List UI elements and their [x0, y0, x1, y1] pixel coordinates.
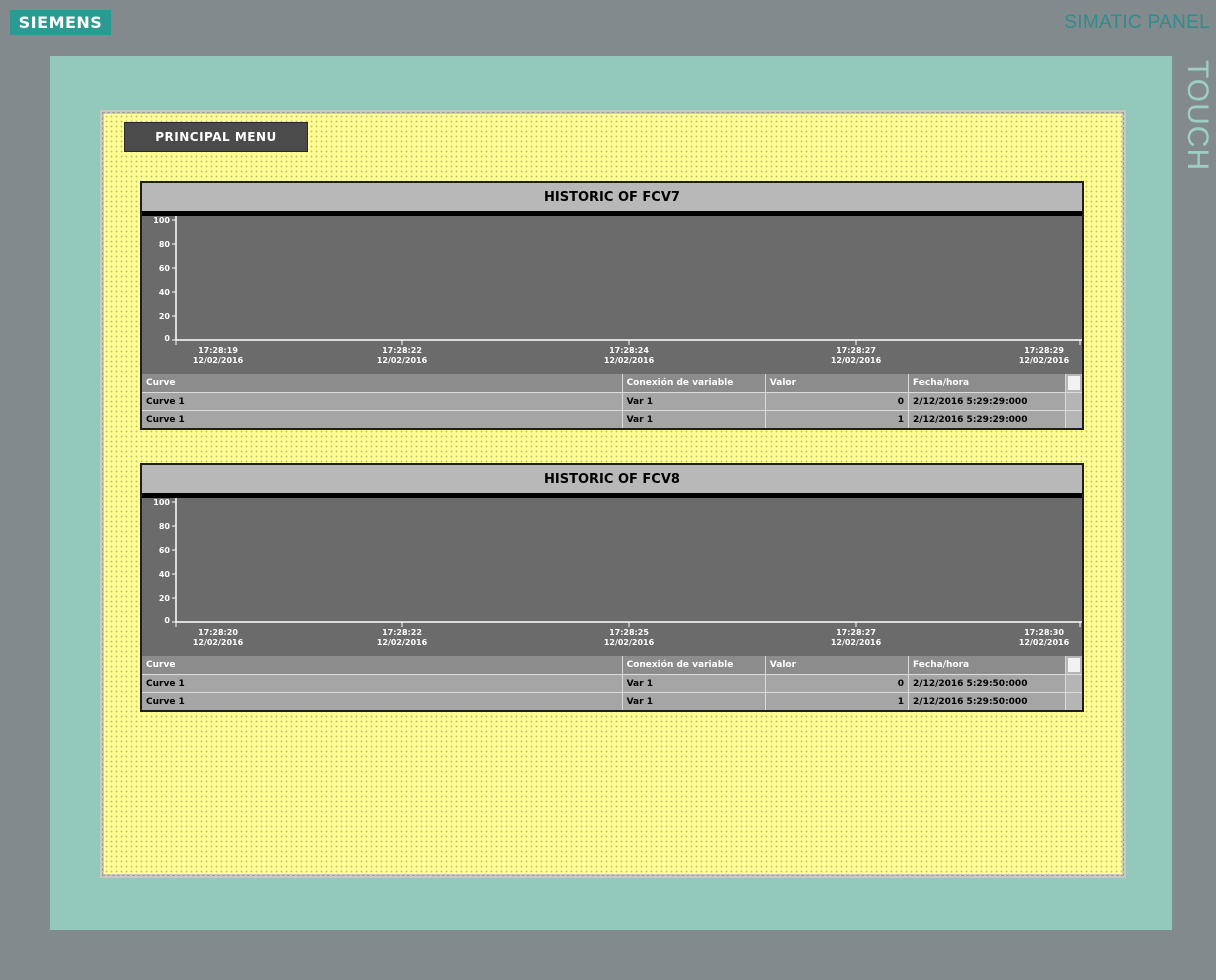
x-tick-label: 17:28:22 12/02/2016	[376, 628, 428, 647]
x-tick-label: 17:28:27 12/02/2016	[830, 628, 882, 647]
x-tick-label: 17:28:29 12/02/2016	[1018, 346, 1070, 365]
y-tick-label: 20	[158, 312, 170, 321]
column-header[interactable]: Conexión de variable	[622, 374, 766, 393]
brand-label: SIMATIC PANEL	[1064, 12, 1210, 33]
scrollbar-track[interactable]	[1065, 392, 1082, 411]
x-tick-label: 17:28:19 12/02/2016	[192, 346, 244, 365]
principal-menu-button[interactable]: PRINCIPAL MENU	[124, 122, 308, 152]
curve-cell: Curve 1	[142, 674, 623, 693]
value-cell: 0	[765, 392, 910, 411]
column-header[interactable]: Valor	[765, 374, 910, 393]
y-tick-label: 40	[158, 288, 170, 297]
trend-view-fcv7[interactable]: HISTORIC OF FCV7 100 80 60 40 20 0 17:28…	[140, 181, 1084, 430]
x-tick-label: 17:28:24 12/02/2016	[603, 346, 655, 365]
y-tick-label: 100	[153, 498, 170, 507]
touch-label: TOUCH	[1181, 60, 1214, 172]
tag-cell: Var 1	[622, 410, 766, 428]
column-header[interactable]: Fecha/hora	[908, 374, 1067, 393]
trend-legend-table: Curve Conexión de variable Valor Fecha/h…	[142, 656, 1082, 710]
y-tick-label: 80	[158, 522, 170, 531]
x-tick-label: 17:28:30 12/02/2016	[1018, 628, 1070, 647]
x-tick-label: 17:28:27 12/02/2016	[830, 346, 882, 365]
tag-cell: Var 1	[622, 692, 766, 710]
scrollbar-track[interactable]	[1065, 692, 1082, 710]
y-tick-label: 80	[158, 240, 170, 249]
value-cell: 0	[765, 674, 910, 693]
y-tick-label: 20	[158, 594, 170, 603]
datetime-cell: 2/12/2016 5:29:50:000	[908, 692, 1067, 710]
datetime-cell: 2/12/2016 5:29:50:000	[908, 674, 1067, 693]
y-tick-label: 60	[158, 264, 170, 273]
trend-plot[interactable]: 100 80 60 40 20 0 17:28:20 12/02/2016 17:…	[142, 498, 1082, 656]
trend-view-fcv8[interactable]: HISTORIC OF FCV8 100 80 60 40 20 0 17:28…	[140, 463, 1084, 712]
y-tick-label: 60	[158, 546, 170, 555]
trend-title: HISTORIC OF FCV7	[142, 183, 1082, 216]
scrollbar-corner[interactable]	[1065, 374, 1082, 393]
tag-cell: Var 1	[622, 674, 766, 693]
y-tick-label: 100	[153, 216, 170, 225]
scrollbar-track[interactable]	[1065, 674, 1082, 693]
curve-cell: Curve 1	[142, 410, 623, 428]
column-header[interactable]: Conexión de variable	[622, 656, 766, 675]
curve-cell: Curve 1	[142, 692, 623, 710]
curve-cell: Curve 1	[142, 392, 623, 411]
value-cell: 1	[765, 692, 910, 710]
siemens-logo: SIEMENS	[10, 10, 111, 35]
scrollbar-corner[interactable]	[1065, 656, 1082, 675]
x-tick-label: 17:28:20 12/02/2016	[192, 628, 244, 647]
scrollbar-track[interactable]	[1065, 410, 1082, 428]
x-tick-label: 17:28:22 12/02/2016	[376, 346, 428, 365]
table-row[interactable]: Curve 1 Var 1 0 2/12/2016 5:29:29:000	[142, 392, 1082, 411]
tag-cell: Var 1	[622, 392, 766, 411]
trend-title: HISTORIC OF FCV8	[142, 465, 1082, 498]
table-row[interactable]: Curve 1 Var 1 1 2/12/2016 5:29:50:000	[142, 692, 1082, 710]
table-row[interactable]: Curve 1 Var 1 1 2/12/2016 5:29:29:000	[142, 410, 1082, 428]
column-header[interactable]: Curve	[142, 656, 623, 675]
column-header[interactable]: Curve	[142, 374, 623, 393]
datetime-cell: 2/12/2016 5:29:29:000	[908, 410, 1067, 428]
x-tick-label: 17:28:25 12/02/2016	[603, 628, 655, 647]
value-cell: 1	[765, 410, 910, 428]
column-header[interactable]: Valor	[765, 656, 910, 675]
datetime-cell: 2/12/2016 5:29:29:000	[908, 392, 1067, 411]
trend-legend-table: Curve Conexión de variable Valor Fecha/h…	[142, 374, 1082, 428]
y-tick-label: 0	[164, 616, 170, 625]
y-tick-label: 0	[164, 334, 170, 343]
table-row[interactable]: Curve 1 Var 1 0 2/12/2016 5:29:50:000	[142, 674, 1082, 693]
y-tick-label: 40	[158, 570, 170, 579]
trend-plot[interactable]: 100 80 60 40 20 0 17:28:19 12/02/2016 17:…	[142, 216, 1082, 374]
column-header[interactable]: Fecha/hora	[908, 656, 1067, 675]
